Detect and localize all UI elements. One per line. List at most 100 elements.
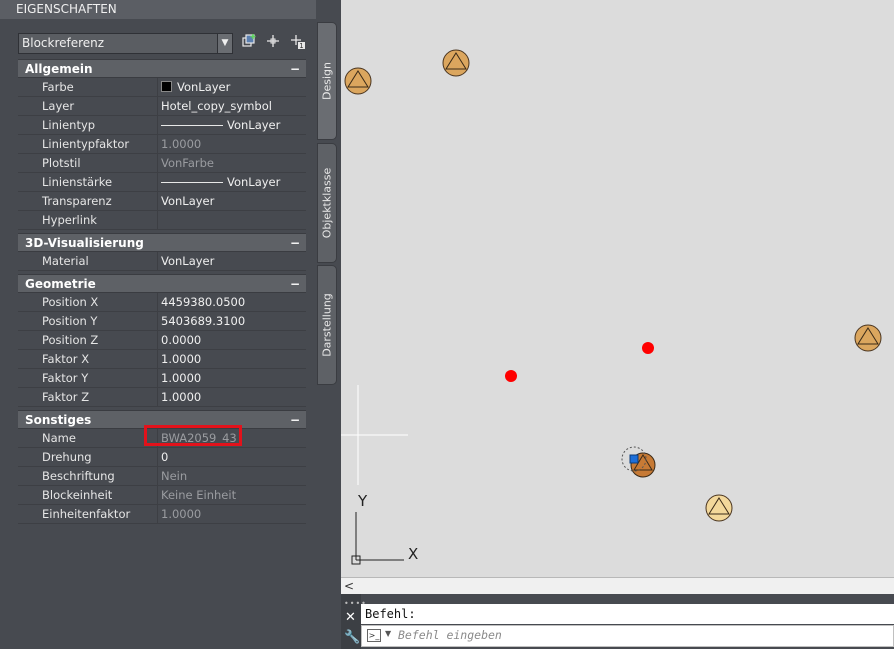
hotel-symbol[interactable]: [442, 49, 470, 77]
selection-grip[interactable]: [629, 454, 639, 464]
property-row-lineweight[interactable]: Linienstärke VonLayer: [18, 173, 306, 192]
property-name: Position X: [18, 293, 158, 311]
property-row-linetype[interactable]: Linientyp VonLayer: [18, 116, 306, 135]
property-row-scale-z[interactable]: Faktor Z 1.0000: [18, 388, 306, 407]
quick-select-icon[interactable]: [239, 33, 259, 53]
property-row-hyperlink[interactable]: Hyperlink: [18, 211, 306, 230]
drawing-canvas[interactable]: Y X: [341, 0, 894, 577]
property-name: Position Y: [18, 312, 158, 330]
property-value[interactable]: Nein: [158, 467, 306, 485]
property-name: Linientypfaktor: [18, 135, 158, 153]
property-name: Beschriftung: [18, 467, 158, 485]
property-row-plotstyle[interactable]: Plotstil VonFarbe: [18, 154, 306, 173]
property-value[interactable]: VonLayer: [158, 78, 306, 96]
property-row-layer[interactable]: Layer Hotel_copy_symbol: [18, 97, 306, 116]
property-value-text: VonLayer: [227, 118, 281, 132]
property-name: Blockeinheit: [18, 486, 158, 504]
crosshair-cursor: [341, 385, 408, 485]
hotel-symbol[interactable]: [705, 494, 733, 522]
axis-y-label: Y: [357, 492, 368, 510]
property-name: Farbe: [18, 78, 158, 96]
collapse-icon[interactable]: −: [290, 275, 300, 294]
category-title: Sonstiges: [25, 413, 92, 427]
toggle-pickadd-icon[interactable]: 1: [288, 33, 308, 53]
property-value[interactable]: 1.0000: [158, 369, 306, 387]
property-value[interactable]: [158, 211, 306, 229]
property-grid: Allgemein − Farbe VonLayer Layer Hotel_c…: [18, 59, 306, 524]
hotel-symbol[interactable]: [344, 67, 372, 95]
property-name: Faktor Z: [18, 388, 158, 406]
property-row-name[interactable]: Name BWA2059_43: [18, 425, 306, 448]
property-name: Drehung: [18, 448, 158, 466]
property-row-unit-factor[interactable]: Einheitenfaktor 1.0000: [18, 505, 306, 524]
property-row-block-unit[interactable]: Blockeinheit Keine Einheit: [18, 486, 306, 505]
property-name: Material: [18, 252, 158, 270]
property-value[interactable]: 1.0000: [158, 505, 306, 523]
command-line-grip[interactable]: •••• ✕ 🔧: [341, 594, 366, 649]
property-value[interactable]: 1.0000: [158, 350, 306, 368]
property-value[interactable]: Keine Einheit: [158, 486, 306, 504]
property-row-scale-y[interactable]: Faktor Y 1.0000: [18, 369, 306, 388]
property-value[interactable]: 4459380.0500: [158, 293, 306, 311]
tab-design[interactable]: Design: [317, 22, 337, 140]
command-line: •••• ✕ 🔧 Befehl: >_ ▼ Befehl eingeben: [341, 594, 894, 649]
selected-hotel-symbol[interactable]: [621, 446, 656, 478]
drawing-area[interactable]: Y X: [341, 0, 894, 577]
red-point[interactable]: [505, 370, 517, 382]
property-row-transparency[interactable]: Transparenz VonLayer: [18, 192, 306, 211]
category-title: Allgemein: [25, 62, 93, 76]
tab-object-class[interactable]: Objektklasse: [317, 143, 337, 263]
property-value[interactable]: VonLayer: [158, 192, 306, 210]
property-value[interactable]: VonLayer: [158, 116, 306, 134]
property-value[interactable]: 1.0000: [158, 388, 306, 406]
ucs-icon: Y X: [351, 492, 418, 565]
scroll-left-icon[interactable]: <: [344, 578, 354, 594]
property-name: Linienstärke: [18, 173, 158, 191]
red-point[interactable]: [642, 342, 654, 354]
property-value[interactable]: BWA2059_43: [144, 425, 306, 447]
category-general[interactable]: Allgemein −: [18, 59, 306, 78]
category-3d-visualization[interactable]: 3D-Visualisierung −: [18, 233, 306, 252]
color-swatch: [161, 81, 172, 92]
close-icon[interactable]: ✕: [345, 610, 356, 625]
chevron-down-icon[interactable]: ▼: [217, 34, 232, 53]
palette-title: EIGENSCHAFTEN: [0, 0, 316, 19]
category-geometry[interactable]: Geometrie −: [18, 274, 306, 293]
command-input[interactable]: >_ ▼ Befehl eingeben: [361, 625, 894, 647]
property-row-position-z[interactable]: Position Z 0.0000: [18, 331, 306, 350]
horizontal-scrollbar[interactable]: <: [341, 577, 894, 594]
property-value[interactable]: 1.0000: [158, 135, 306, 153]
property-value-text: VonLayer: [177, 80, 231, 94]
tab-display[interactable]: Darstellung: [317, 265, 337, 385]
property-row-linetype-scale[interactable]: Linientypfaktor 1.0000: [18, 135, 306, 154]
property-row-scale-x[interactable]: Faktor X 1.0000: [18, 350, 306, 369]
property-row-position-x[interactable]: Position X 4459380.0500: [18, 293, 306, 312]
property-value[interactable]: Hotel_copy_symbol: [158, 97, 306, 115]
customize-wrench-icon[interactable]: 🔧: [344, 630, 360, 645]
property-row-color[interactable]: Farbe VonLayer: [18, 78, 306, 97]
chevron-down-icon[interactable]: ▼: [385, 629, 391, 638]
collapse-icon[interactable]: −: [290, 60, 300, 79]
select-objects-icon[interactable]: [263, 33, 283, 53]
property-row-annotative[interactable]: Beschriftung Nein: [18, 467, 306, 486]
property-value[interactable]: 0.0000: [158, 331, 306, 349]
object-type-dropdown[interactable]: Blockreferenz ▼: [18, 33, 233, 54]
property-row-position-y[interactable]: Position Y 5403689.3100: [18, 312, 306, 331]
property-value[interactable]: 5403689.3100: [158, 312, 306, 330]
command-prompt-icon[interactable]: >_: [367, 629, 381, 642]
collapse-icon[interactable]: −: [290, 411, 300, 430]
property-value-text: VonLayer: [227, 175, 281, 189]
command-history: Befehl:: [361, 604, 894, 624]
tab-label: Darstellung: [320, 293, 334, 357]
property-value[interactable]: VonLayer: [158, 173, 306, 191]
property-name: Hyperlink: [18, 211, 158, 229]
property-row-rotation[interactable]: Drehung 0: [18, 448, 306, 467]
property-row-material[interactable]: Material VonLayer: [18, 252, 306, 271]
property-value[interactable]: VonLayer: [158, 252, 306, 270]
property-value[interactable]: 0: [158, 448, 306, 466]
property-value[interactable]: VonFarbe: [158, 154, 306, 172]
collapse-icon[interactable]: −: [290, 234, 300, 253]
hotel-symbol[interactable]: [854, 324, 882, 352]
property-name: Transparenz: [18, 192, 158, 210]
command-placeholder: Befehl eingeben: [398, 628, 502, 642]
